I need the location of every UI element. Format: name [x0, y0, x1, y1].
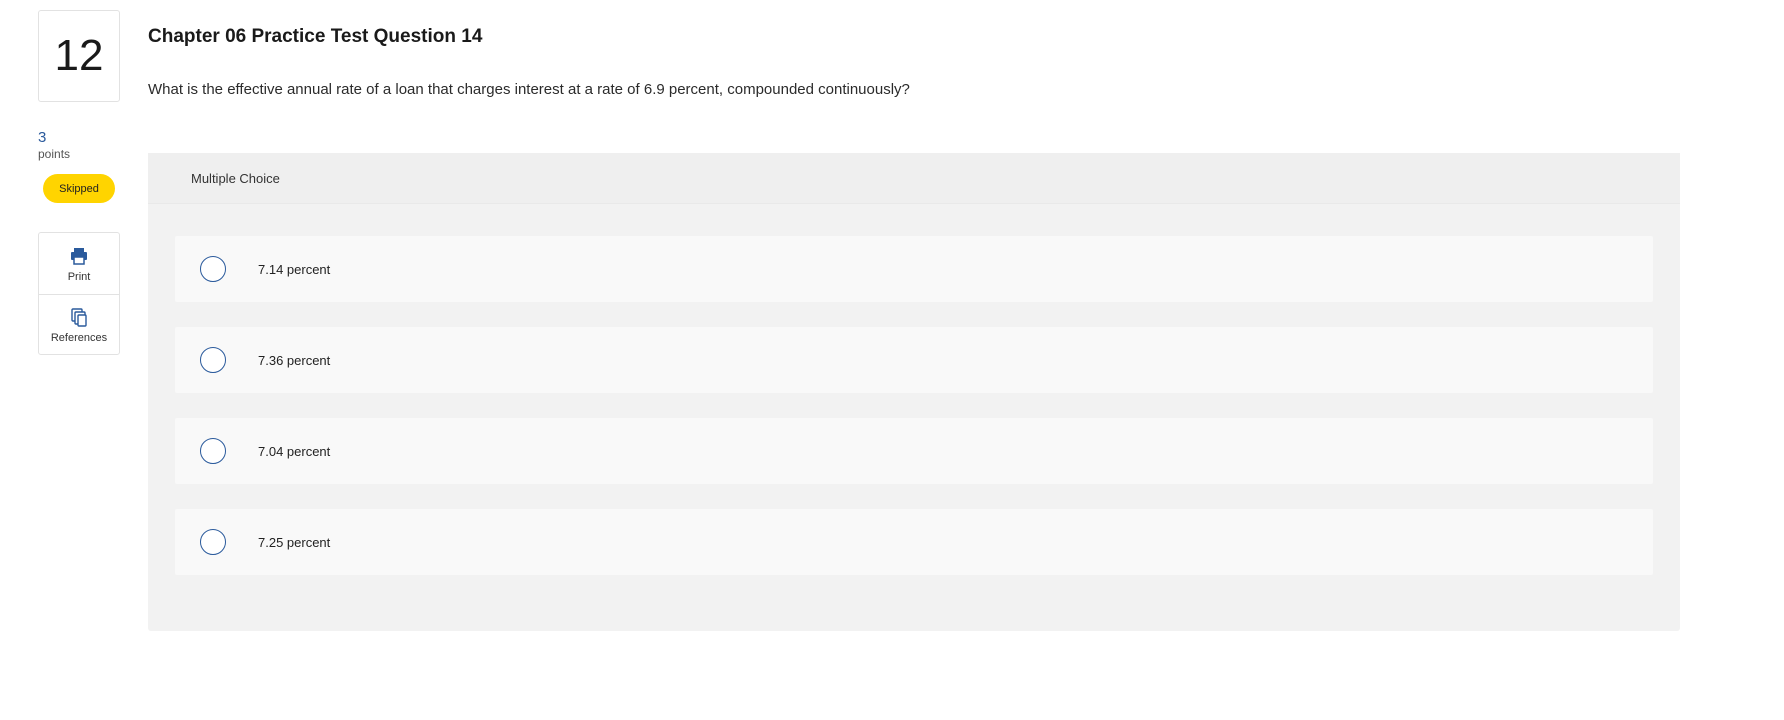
choice-label: 7.36 percent	[258, 352, 331, 368]
question-number-box: 12	[38, 10, 120, 102]
choice-option[interactable]: 7.36 percent	[175, 327, 1653, 393]
question-page: 12 3 points Skipped Print References Cha…	[0, 0, 1784, 720]
choice-list: 7.14 percent 7.36 percent 7.04 percent 7…	[175, 236, 1653, 600]
question-number: 12	[54, 31, 104, 80]
choice-label: 7.25 percent	[258, 534, 331, 550]
multiple-choice-header: Multiple Choice	[148, 153, 1680, 204]
printer-icon	[71, 247, 87, 265]
choice-option[interactable]: 7.04 percent	[175, 418, 1653, 484]
radio-button[interactable]	[200, 438, 226, 464]
tools-panel: Print References	[38, 232, 120, 355]
question-text: What is the effective annual rate of a l…	[148, 81, 910, 98]
radio-button[interactable]	[200, 529, 226, 555]
choice-label: 7.14 percent	[258, 261, 331, 277]
multiple-choice-panel: Multiple Choice 7.14 percent 7.36 percen…	[148, 153, 1680, 631]
documents-icon	[71, 308, 87, 327]
points-value: 3	[38, 129, 47, 146]
radio-button[interactable]	[200, 347, 226, 373]
question-title: Chapter 06 Practice Test Question 14	[148, 26, 483, 47]
references-button[interactable]: References	[39, 294, 119, 355]
print-button[interactable]: Print	[39, 233, 119, 294]
print-label: Print	[67, 270, 91, 283]
references-label: References	[50, 332, 108, 344]
radio-button[interactable]	[200, 256, 226, 282]
status-badge: Skipped	[43, 174, 115, 203]
choice-option[interactable]: 7.14 percent	[175, 236, 1653, 302]
choice-label: 7.04 percent	[258, 443, 331, 459]
points-label: points	[38, 147, 71, 161]
choice-option[interactable]: 7.25 percent	[175, 509, 1653, 575]
